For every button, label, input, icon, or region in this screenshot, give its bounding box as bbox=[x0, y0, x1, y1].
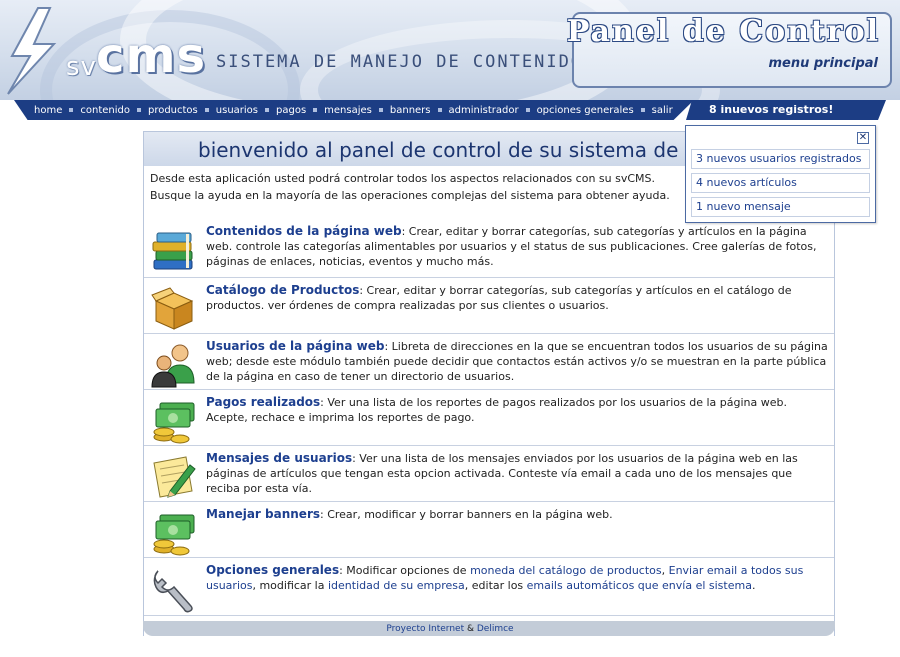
section-body: . bbox=[751, 579, 756, 592]
nav-item-banners[interactable]: banners bbox=[390, 105, 431, 116]
page-subtitle: menu principal bbox=[768, 56, 878, 71]
nav-separator bbox=[69, 108, 74, 112]
note-pencil-icon bbox=[153, 456, 196, 498]
link-identidad-empresa[interactable]: identidad de su empresa bbox=[328, 579, 465, 592]
section-title-banners[interactable]: Manejar banners bbox=[206, 507, 320, 521]
section-description: Pagos realizados: Ver una lista de los r… bbox=[206, 395, 828, 425]
section-pagos: Pagos realizados: Ver una lista de los r… bbox=[144, 391, 834, 446]
nav-separator bbox=[313, 108, 318, 112]
section-body: , editar los bbox=[464, 579, 527, 592]
section-usuarios: Usuarios de la página web: Libreta de di… bbox=[144, 335, 834, 390]
nav-item-salir[interactable]: salir bbox=[652, 105, 673, 116]
brand-subtitle: SISTEMA DE MANEJO DE CONTENIDO WEB bbox=[216, 52, 632, 72]
brand-name: cms bbox=[96, 28, 207, 84]
nav-item-mensajes[interactable]: mensajes bbox=[324, 105, 372, 116]
footer-link-delimce[interactable]: Delimce bbox=[477, 624, 514, 634]
books-icon bbox=[152, 232, 193, 270]
section-title-mensajes[interactable]: Mensajes de usuarios bbox=[206, 451, 352, 465]
section-title-opciones[interactable]: Opciones generales bbox=[206, 563, 339, 577]
nav-separator bbox=[204, 108, 209, 112]
section-body: , bbox=[661, 564, 669, 577]
nav-item-usuarios[interactable]: usuarios bbox=[216, 105, 258, 116]
section-body: : Crear, modificar y borrar banners en l… bbox=[320, 508, 613, 521]
section-description: Catálogo de Productos: Crear, editar y b… bbox=[206, 283, 828, 313]
nav-separator bbox=[265, 108, 269, 112]
money-icon bbox=[153, 514, 195, 556]
brand-prefix: sv bbox=[66, 52, 97, 82]
section-body: , modificar la bbox=[252, 579, 328, 592]
section-catalogo: Catálogo de Productos: Crear, editar y b… bbox=[144, 279, 834, 334]
close-icon[interactable]: ✕ bbox=[857, 132, 869, 144]
nav-separator bbox=[640, 108, 645, 112]
header-banner: sv cms SISTEMA DE MANEJO DE CONTENIDO WE… bbox=[0, 0, 900, 100]
popup-item-mensaje[interactable]: 1 nuevo mensaje bbox=[691, 197, 870, 217]
wrench-icon bbox=[153, 570, 193, 613]
nav-separator bbox=[437, 108, 442, 112]
section-title-catalogo[interactable]: Catálogo de Productos bbox=[206, 283, 359, 297]
section-contenidos: Contenidos de la página web: Crear, edit… bbox=[144, 220, 834, 278]
footer-link-proyecto[interactable]: Proyecto Internet bbox=[386, 624, 464, 634]
nav-item-productos[interactable]: productos bbox=[148, 105, 198, 116]
footer: Proyecto Internet & Delimce bbox=[0, 624, 900, 634]
new-records-button[interactable]: 8 inuevos registros! bbox=[709, 103, 833, 116]
intro-text: Desde esta aplicación usted podrá contro… bbox=[150, 172, 670, 202]
money-icon bbox=[153, 402, 195, 444]
nav-item-contenido[interactable]: contenido bbox=[80, 105, 130, 116]
nav-item-opciones-generales[interactable]: opciones generales bbox=[537, 105, 634, 116]
popup-item-usuarios[interactable]: 3 nuevos usuarios registrados bbox=[691, 149, 870, 169]
lightning-logo-icon bbox=[7, 7, 57, 95]
page-title: Panel de Control bbox=[566, 14, 880, 49]
box-icon bbox=[151, 287, 194, 330]
section-title-contenidos[interactable]: Contenidos de la página web bbox=[206, 224, 402, 238]
section-description: Manejar banners: Crear, modificar y borr… bbox=[206, 507, 828, 522]
nav-separator bbox=[525, 108, 530, 112]
section-title-pagos[interactable]: Pagos realizados bbox=[206, 395, 320, 409]
link-emails-automaticos[interactable]: emails automáticos que envía el sistema bbox=[527, 579, 752, 592]
footer-separator: & bbox=[464, 624, 477, 634]
nav-separator bbox=[136, 108, 141, 112]
nav-separator bbox=[378, 108, 383, 112]
nav-item-home[interactable]: home bbox=[34, 105, 62, 116]
section-description: Mensajes de usuarios: Ver una lista de l… bbox=[206, 451, 828, 496]
popup-item-articulos[interactable]: 4 nuevos artículos bbox=[691, 173, 870, 193]
nav-menu: home contenido productos usuarios pagos … bbox=[34, 103, 673, 117]
section-opciones: Opciones generales: Modificar opciones d… bbox=[144, 559, 834, 616]
section-description: Opciones generales: Modificar opciones d… bbox=[206, 563, 828, 593]
nav-item-pagos[interactable]: pagos bbox=[276, 105, 306, 116]
link-moneda-catalogo[interactable]: moneda del catálogo de productos bbox=[470, 564, 662, 577]
section-title-usuarios[interactable]: Usuarios de la página web bbox=[206, 339, 384, 353]
nav-item-administrador[interactable]: administrador bbox=[449, 105, 519, 116]
section-mensajes: Mensajes de usuarios: Ver una lista de l… bbox=[144, 447, 834, 502]
new-records-popup: ✕ 3 nuevos usuarios registrados 4 nuevos… bbox=[685, 125, 876, 223]
section-description: Contenidos de la página web: Crear, edit… bbox=[206, 224, 828, 269]
section-body: : Modificar opciones de bbox=[339, 564, 471, 577]
users-icon bbox=[151, 344, 195, 388]
section-description: Usuarios de la página web: Libreta de di… bbox=[206, 339, 828, 384]
section-banners: Manejar banners: Crear, modificar y borr… bbox=[144, 503, 834, 558]
